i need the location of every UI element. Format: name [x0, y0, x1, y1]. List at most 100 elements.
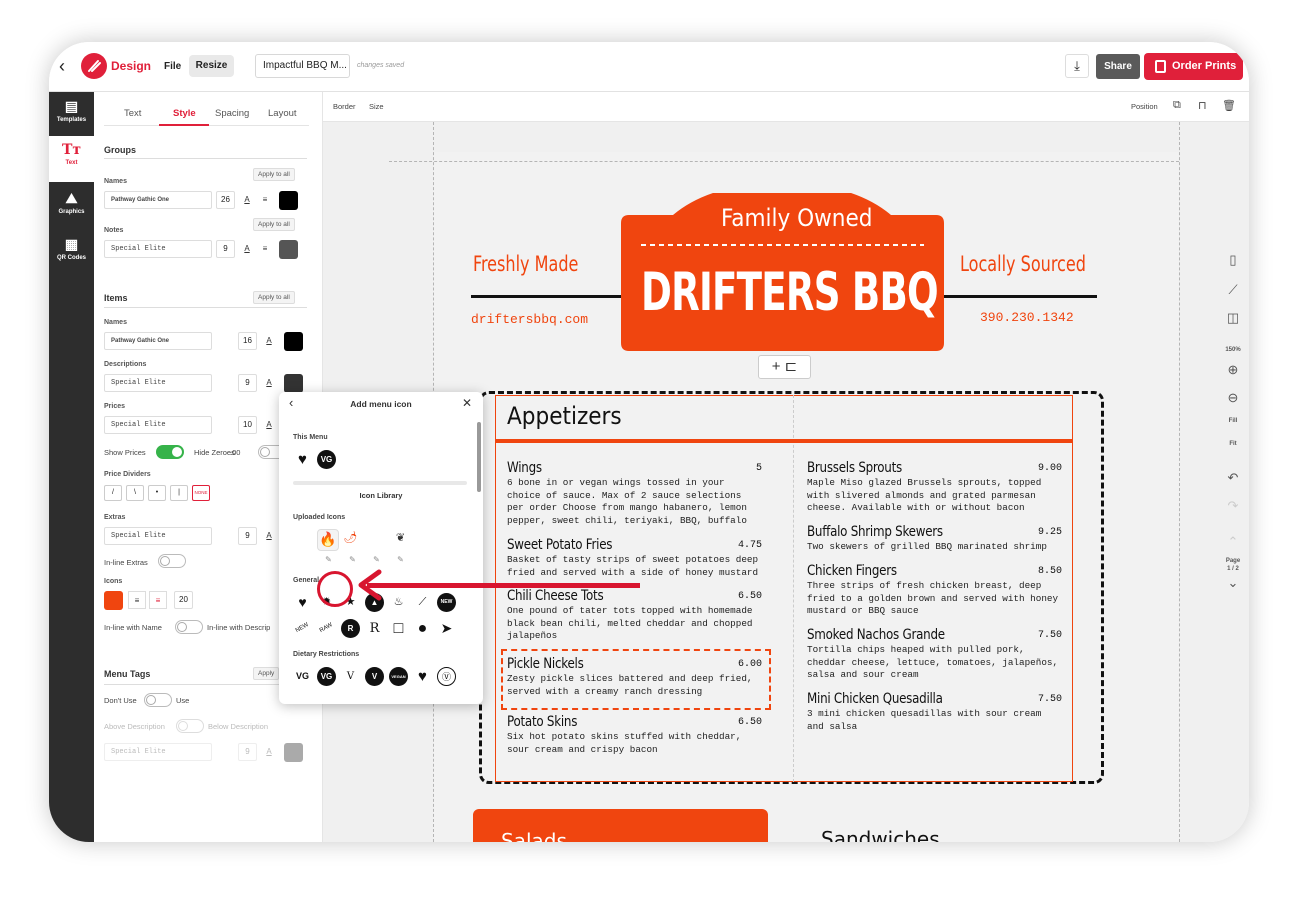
- vegan-icon[interactable]: VG: [317, 450, 336, 469]
- fill-button[interactable]: Fill: [1219, 418, 1247, 424]
- icons-color-swatch[interactable]: [104, 591, 123, 610]
- items-desc-font-select[interactable]: Special Elite: [104, 374, 212, 392]
- vegan-outline-icon[interactable]: Ⓥ: [437, 667, 456, 686]
- groups-notes-color-swatch[interactable]: [279, 240, 298, 259]
- ruler-icon[interactable]: ⟋: [1219, 282, 1247, 298]
- extras-font-select[interactable]: Special Elite: [104, 527, 212, 545]
- items-desc-color-swatch[interactable]: [284, 374, 303, 393]
- lock-icon[interactable]: ⊓: [1198, 99, 1207, 112]
- file-menu[interactable]: File: [164, 61, 181, 72]
- extras-size-input[interactable]: 9: [238, 527, 257, 545]
- menu-item-selected[interactable]: Pickle Nickels 6.00 Zesty pickle slices ba…: [507, 656, 762, 698]
- r-letter-icon[interactable]: R: [365, 619, 384, 638]
- menu-item[interactable]: Chicken Fingers 8.50 Three strips of fresh…: [807, 563, 1062, 618]
- vg-circle-icon[interactable]: VG: [317, 667, 336, 686]
- rail-qr-codes[interactable]: ▦ QR Codes: [49, 236, 94, 261]
- edit-icon[interactable]: ✎: [367, 550, 386, 569]
- menu-item[interactable]: Wings 5 6 bone in or vegan wings tossed in…: [507, 460, 762, 527]
- delete-icon[interactable]: 🗑: [1222, 99, 1236, 112]
- menu-item[interactable]: Buffalo Shrimp Skewers 9.25 Two skewers of…: [807, 524, 1062, 554]
- align-left-icon[interactable]: ≡: [128, 591, 146, 609]
- add-section-button[interactable]: + ⊏: [758, 355, 811, 379]
- align-icon[interactable]: ≡: [258, 191, 272, 209]
- groups-names-color-swatch[interactable]: [279, 191, 298, 210]
- items-desc-size-input[interactable]: 9: [238, 374, 257, 392]
- heart-badge-icon[interactable]: ♥: [413, 667, 432, 686]
- flame-icon[interactable]: 🔥: [317, 529, 339, 551]
- right-tagline[interactable]: Locally Sourced: [960, 252, 1086, 276]
- tab-text[interactable]: Text: [124, 108, 141, 119]
- close-icon[interactable]: ✕: [462, 396, 472, 410]
- redo-icon[interactable]: ↷: [1219, 498, 1247, 514]
- popup-scrollbar[interactable]: [477, 422, 481, 492]
- show-prices-toggle[interactable]: [156, 445, 184, 459]
- groups-names-font-select[interactable]: Pathway Gathic One: [104, 191, 212, 209]
- page-up-icon[interactable]: ⌃: [1219, 534, 1247, 550]
- text-color-icon[interactable]: A: [262, 374, 276, 392]
- heart-icon[interactable]: ♥: [293, 450, 312, 469]
- uploaded-chili-icon[interactable]: 🌶: [341, 529, 360, 548]
- divider-none[interactable]: NONE: [192, 485, 210, 501]
- salads-section-header[interactable]: Salads: [473, 809, 768, 842]
- inline-name-toggle[interactable]: [175, 620, 203, 634]
- menu-item[interactable]: Smoked Nachos Grande 7.50 Tortilla chips h…: [807, 627, 1062, 682]
- groups-notes-font-select[interactable]: Special Elite: [104, 240, 212, 258]
- divider-dot[interactable]: •: [148, 485, 166, 501]
- vg-text-icon[interactable]: VG: [293, 667, 312, 686]
- uploaded-leaf-icon[interactable]: ❦: [391, 529, 410, 548]
- rail-graphics[interactable]: ⛰ Graphics: [49, 190, 94, 215]
- circle-icon[interactable]: ●: [413, 619, 432, 638]
- divider-backslash[interactable]: \: [126, 485, 144, 501]
- badge-top-text[interactable]: Family Owned: [721, 204, 872, 232]
- items-prices-size-input[interactable]: 10: [238, 416, 257, 434]
- new-badge-icon[interactable]: NEW: [437, 593, 456, 612]
- border-button[interactable]: Border: [333, 102, 356, 111]
- rail-templates[interactable]: ▤ Templates: [49, 98, 94, 123]
- align-right-icon[interactable]: ≡: [149, 591, 167, 609]
- position-button[interactable]: Position: [1131, 102, 1158, 111]
- square-icon[interactable]: □: [389, 619, 408, 638]
- zoom-out-icon[interactable]: ⊖: [1219, 390, 1247, 406]
- edit-icon[interactable]: ✎: [319, 550, 338, 569]
- text-color-icon[interactable]: A: [262, 527, 276, 545]
- brand-logo[interactable]: [81, 53, 107, 79]
- tab-spacing[interactable]: Spacing: [215, 108, 249, 119]
- undo-icon[interactable]: ↶: [1219, 470, 1247, 486]
- duplicate-icon[interactable]: ⧉: [1173, 99, 1181, 112]
- heart-icon[interactable]: ♥: [293, 593, 312, 612]
- rail-text[interactable]: Tт Text: [49, 136, 94, 182]
- groups-notes-apply-button[interactable]: Apply to all: [253, 218, 295, 231]
- resize-button[interactable]: Resize: [189, 55, 234, 77]
- back-icon[interactable]: ‹: [59, 56, 65, 77]
- tags-font-select[interactable]: Special Elite: [104, 743, 212, 761]
- section-title[interactable]: Appetizers: [507, 402, 622, 430]
- phone-text[interactable]: 390.230.1342: [980, 310, 1074, 325]
- raw-text-icon[interactable]: RAW: [314, 616, 340, 642]
- divider-pipe[interactable]: |: [170, 485, 188, 501]
- page-icon[interactable]: ▯: [1219, 252, 1247, 268]
- menu-tags-apply-button[interactable]: Apply: [253, 667, 280, 680]
- menu-item[interactable]: Brussels Sprouts 9.00 Maple Miso glazed Br…: [807, 460, 1062, 515]
- text-color-icon[interactable]: A: [240, 240, 254, 258]
- sandwiches-title[interactable]: Sandwiches: [821, 827, 940, 842]
- left-tagline[interactable]: Freshly Made: [473, 252, 578, 276]
- tab-style[interactable]: Style: [173, 108, 196, 119]
- text-color-icon[interactable]: A: [262, 743, 276, 761]
- text-color-icon[interactable]: A: [262, 416, 276, 434]
- fit-button[interactable]: Fit: [1219, 441, 1247, 447]
- menu-item[interactable]: Mini Chicken Quesadilla 7.50 3 mini chicke…: [807, 691, 1062, 733]
- items-names-font-select[interactable]: Pathway Gathic One: [104, 332, 212, 350]
- edit-icon[interactable]: ✎: [343, 550, 362, 569]
- divider-slash[interactable]: /: [104, 485, 122, 501]
- items-names-size-input[interactable]: 16: [238, 332, 257, 350]
- align-icon[interactable]: ≡: [258, 240, 272, 258]
- document-name-input[interactable]: Impactful BBQ M...: [255, 54, 350, 78]
- v-text-icon[interactable]: V: [341, 667, 360, 686]
- zoom-in-icon[interactable]: ⊕: [1219, 362, 1247, 378]
- inline-extras-toggle[interactable]: [158, 554, 186, 568]
- order-prints-button[interactable]: Order Prints: [1144, 53, 1243, 80]
- items-prices-font-select[interactable]: Special Elite: [104, 416, 212, 434]
- chili-icon[interactable]: ⟋: [413, 593, 432, 612]
- menu-item[interactable]: Chili Cheese Tots 6.50 One pound of tater …: [507, 588, 762, 643]
- brand-name[interactable]: Design: [111, 59, 151, 73]
